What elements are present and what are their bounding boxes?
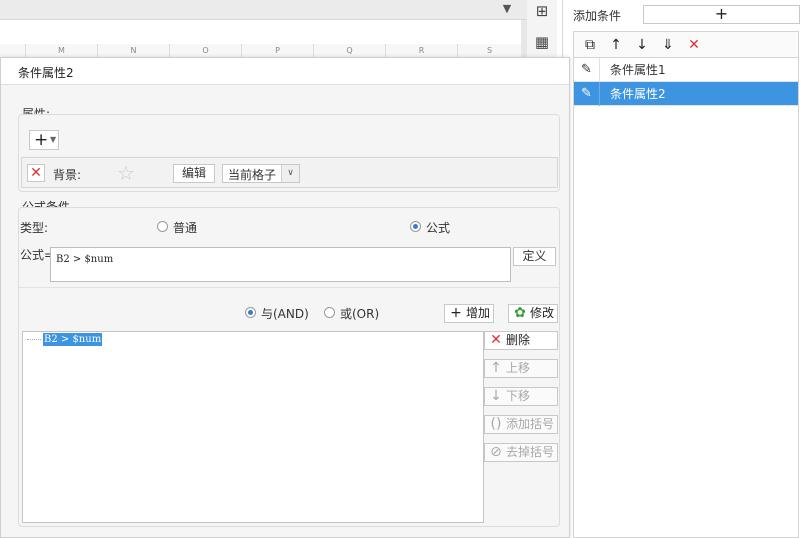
pencil-icon: ✎ [574,82,600,106]
add-condition-label: 添加条件 [573,9,622,23]
column-header: M N O P Q R S [0,44,527,58]
arrow-up-icon: ↑ [490,360,502,376]
condition-item-label: 条件属性2 [610,87,666,101]
button-label: 修改 [530,306,555,320]
scope-select[interactable]: 当前格子 ∨ [222,164,300,183]
star-icon: ☆ [117,161,135,185]
move-bottom-icon[interactable]: ⇓ [659,36,677,54]
button-label: 上移 [506,361,531,375]
remove-bracket-icon: ⊘ [490,444,502,460]
radio-label: 或(OR) [340,307,380,321]
plus-icon: + [450,305,462,321]
column-header-cell[interactable]: Q [313,44,385,58]
condition-list-item[interactable]: ✎ 条件属性2 [574,82,798,106]
scope-select-value: 当前格子 [228,168,277,182]
bracket-icon: () [490,416,502,432]
side-tool-column: ⊞ ▦ [527,0,557,60]
delete-icon[interactable]: ✕ [685,36,703,54]
condition-attribute-dialog: 条件属性2 属性: + ▼ ✕ 背景: ☆ 编辑 当前格子 ∨ 公式条件 类型:… [0,57,570,538]
caret-down-icon: ▼ [50,135,57,144]
button-label: 删除 [506,333,531,347]
column-header-cell[interactable]: M [25,44,97,58]
pencil-icon: ✎ [574,58,600,82]
plus-icon: + [34,130,49,150]
expression-item[interactable]: B2 > $num [43,333,103,346]
column-header-cell[interactable]: P [241,44,313,58]
add-bracket-button[interactable]: () 添加括号 [484,415,558,434]
column-header-cell[interactable]: O [169,44,241,58]
type-label: 类型: [20,221,49,235]
column-header-cell[interactable]: N [97,44,169,58]
condition-item-label: 条件属性1 [610,63,666,77]
dialog-title-bar: 条件属性2 [1,58,569,85]
column-header-cell[interactable]: S [457,44,521,58]
spreadsheet-toolbar: ▼ [0,0,527,20]
formula-label: 公式= [20,248,55,262]
radio-icon [157,221,168,232]
define-button[interactable]: 定义 [513,247,556,266]
radio-checked-icon [410,221,421,232]
cell-attribute-icon[interactable]: ▦ [533,33,551,51]
dialog-title: 条件属性2 [18,66,74,80]
tree-connector [27,339,41,340]
filter-icon[interactable]: ▼ [500,2,514,16]
radio-label: 普通 [173,221,198,235]
modify-icon: ✿ [514,305,526,321]
formula-input[interactable]: B2 > $num [50,247,511,282]
add-expression-button[interactable]: + 增加 [444,304,494,323]
radio-label: 公式 [426,221,451,235]
button-label: 增加 [466,306,491,320]
move-down-icon[interactable]: ↓ [633,36,651,54]
radio-icon [324,307,335,318]
delete-expression-button[interactable]: ✕ 删除 [484,331,558,350]
background-attribute-row: ✕ 背景: ☆ 编辑 当前格子 ∨ [21,157,558,188]
freeze-grid-icon[interactable]: ⊞ [533,2,551,20]
modify-expression-button[interactable]: ✿ 修改 [508,304,558,323]
radio-label: 与(AND) [261,307,309,321]
condition-list-item[interactable]: ✎ 条件属性1 [574,58,798,82]
chevron-down-icon: ∨ [281,165,299,182]
condition-toolbar: ⧉ ↑ ↓ ⇓ ✕ [573,31,799,57]
arrow-down-icon: ↓ [490,388,502,404]
button-label: 去掉括号 [506,445,555,459]
edit-button[interactable]: 编辑 [173,164,215,183]
remove-bracket-button[interactable]: ⊘ 去掉括号 [484,443,558,462]
move-down-expression-button[interactable]: ↓ 下移 [484,387,558,406]
delete-icon: ✕ [490,332,502,348]
expression-list: B2 > $num [22,331,484,523]
add-condition-button[interactable]: + [643,5,800,24]
condition-list: ✎ 条件属性1 ✎ 条件属性2 [573,57,799,538]
move-up-expression-button[interactable]: ↑ 上移 [484,359,558,378]
divider [19,287,559,288]
button-label: 下移 [506,389,531,403]
copy-icon[interactable]: ⧉ [581,36,599,54]
move-up-icon[interactable]: ↑ [607,36,625,54]
background-label: 背景: [53,168,82,182]
radio-checked-icon [245,307,256,318]
button-label: 添加括号 [506,417,555,431]
add-attribute-button[interactable]: + ▼ [29,130,59,150]
delete-attribute-button[interactable]: ✕ [27,164,45,182]
condition-panel: 添加条件 + ⧉ ↑ ↓ ⇓ ✕ ✎ 条件属性1 ✎ 条件属性2 [562,0,805,538]
column-header-cell[interactable]: R [385,44,457,58]
